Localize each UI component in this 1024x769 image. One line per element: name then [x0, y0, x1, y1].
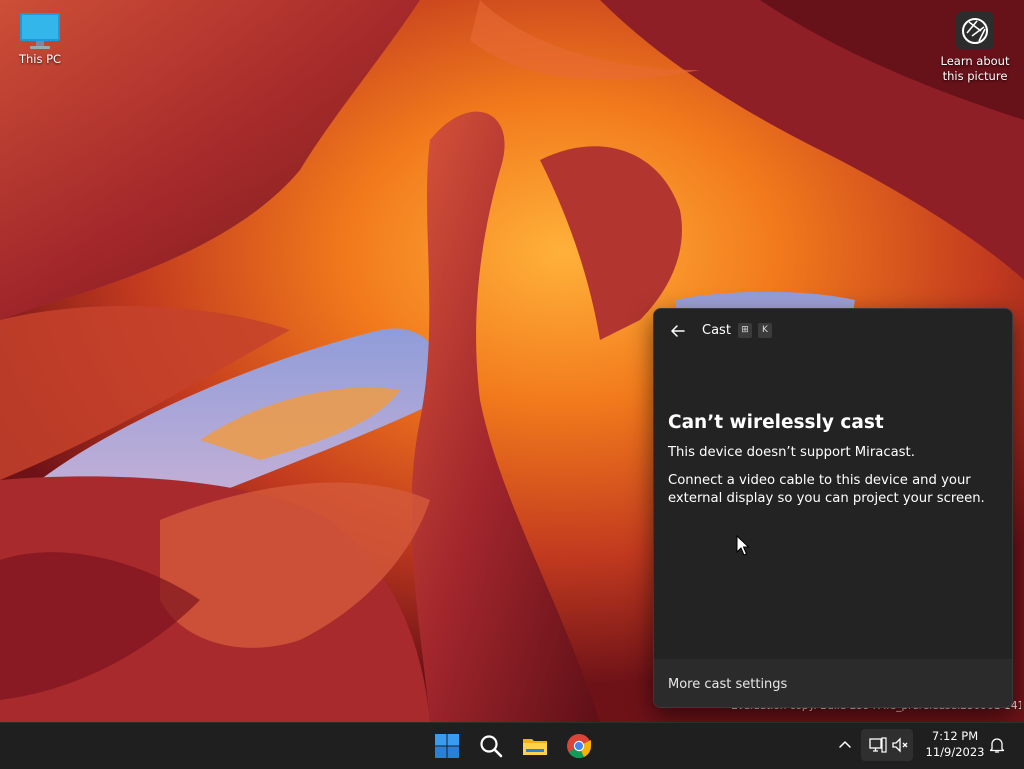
- k-key-badge: K: [758, 323, 772, 338]
- bell-icon[interactable]: [988, 736, 1006, 754]
- clock-time: 7:12 PM: [931, 729, 979, 743]
- start-icon[interactable]: [432, 731, 462, 761]
- cast-footer: More cast settings: [654, 659, 1012, 707]
- mouse-cursor-icon: [736, 535, 750, 556]
- this-pc-icon: [20, 13, 60, 49]
- desktop-icon-this-pc[interactable]: This PC: [0, 8, 80, 67]
- search-icon[interactable]: [476, 731, 506, 761]
- windows-key-icon: ⊞: [738, 323, 752, 338]
- chrome-icon[interactable]: [564, 731, 594, 761]
- learn-about-picture-label: Learn about this picture: [940, 54, 1010, 83]
- system-tray-quick-settings[interactable]: [861, 729, 913, 761]
- taskbar: 7:12 PM 11/9/2023: [0, 722, 1024, 769]
- cast-error-heading: Can’t wirelessly cast: [668, 412, 884, 433]
- this-pc-label: This PC: [18, 52, 62, 66]
- cast-header: Cast ⊞ K: [654, 319, 1012, 343]
- volume-muted-icon: [892, 737, 908, 753]
- clock-date: 11/9/2023: [925, 745, 985, 759]
- network-icon: [869, 737, 887, 753]
- chevron-up-icon[interactable]: [836, 736, 854, 754]
- camera-aperture-icon: [956, 12, 994, 50]
- cast-error-message: This device doesn’t support Miracast.: [668, 445, 915, 460]
- back-arrow-icon[interactable]: [666, 319, 690, 343]
- cast-help-message: Connect a video cable to this device and…: [668, 473, 985, 506]
- more-cast-settings-link[interactable]: More cast settings: [668, 677, 787, 692]
- taskbar-clock[interactable]: 7:12 PM 11/9/2023: [921, 728, 989, 760]
- cast-title: Cast: [702, 323, 731, 338]
- cast-flyout: Cast ⊞ K Can’t wirelessly cast This devi…: [653, 308, 1013, 708]
- desktop-icon-learn-about-picture[interactable]: Learn about this picture: [935, 8, 1015, 84]
- file-explorer-icon[interactable]: [520, 731, 550, 761]
